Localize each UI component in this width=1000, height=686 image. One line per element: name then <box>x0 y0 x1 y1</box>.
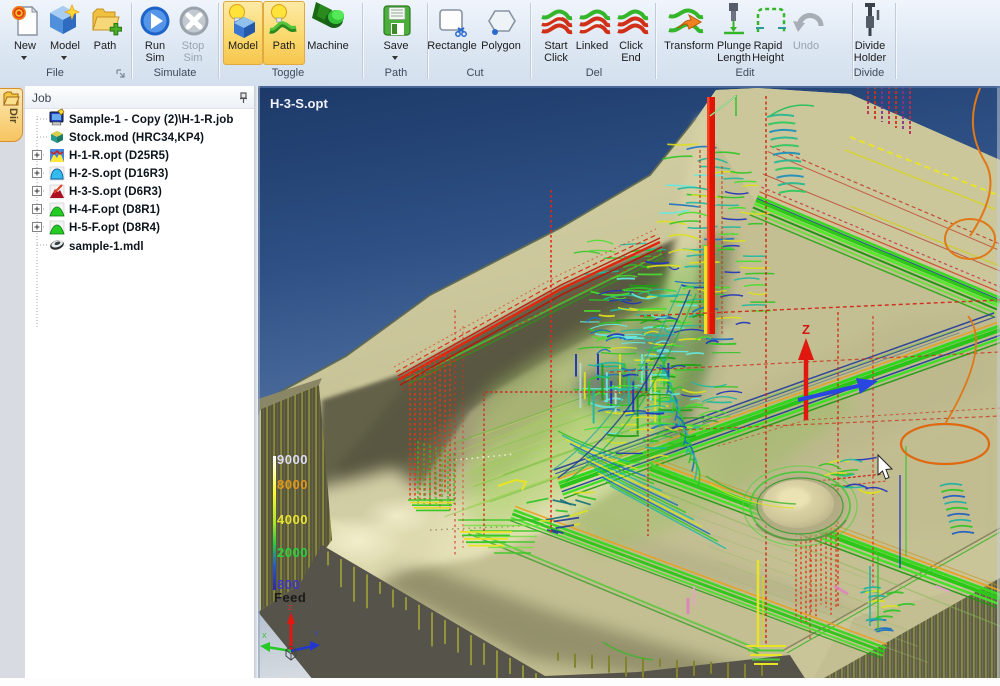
svg-text:9000: 9000 <box>277 452 308 467</box>
svg-text:X: X <box>262 633 267 640</box>
svg-text:Z: Z <box>802 322 810 337</box>
svg-text:H-3-S.opt: H-3-S.opt <box>270 96 328 111</box>
svg-text:Z: Z <box>288 605 293 612</box>
svg-text:4000: 4000 <box>277 512 308 527</box>
svg-text:8000: 8000 <box>277 477 308 492</box>
svg-text:2000: 2000 <box>277 545 308 560</box>
svg-text:Y: Y <box>314 631 319 638</box>
svg-text:Feed: Feed <box>274 590 306 605</box>
